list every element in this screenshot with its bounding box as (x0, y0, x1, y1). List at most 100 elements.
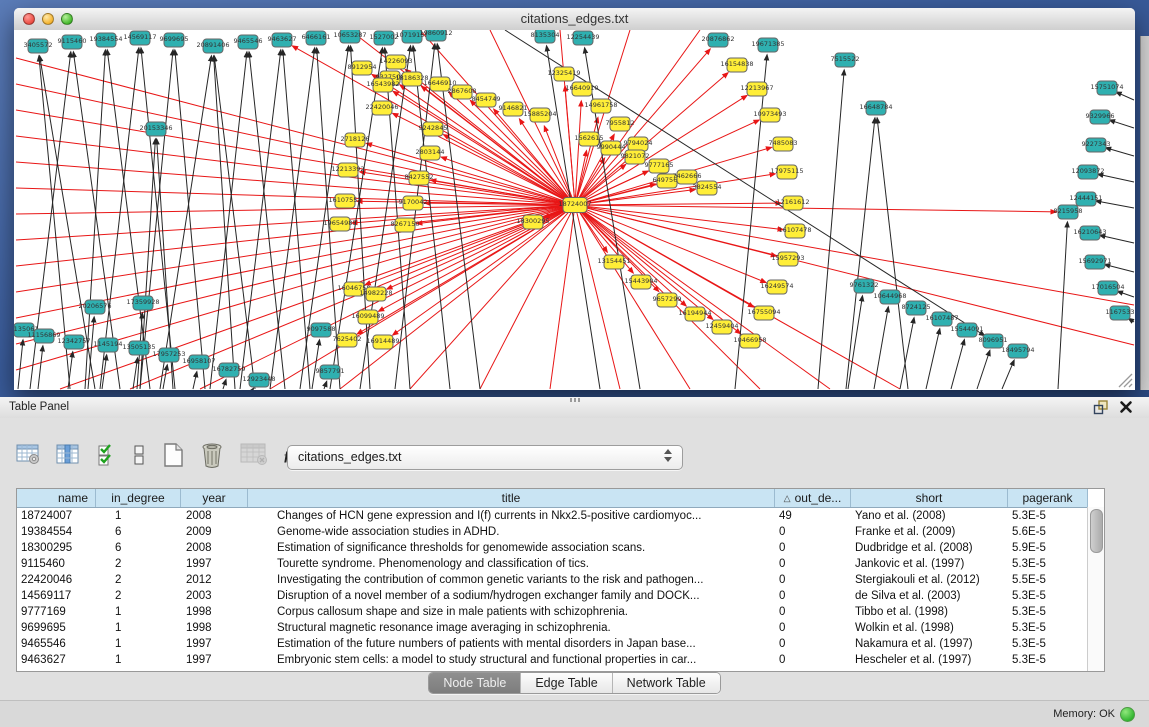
table-row[interactable]: 946362711997Embryonic stem cells: a mode… (17, 652, 1104, 668)
graph-node[interactable]: 20891406 (196, 39, 229, 53)
graph-node[interactable]: 7625402 (333, 333, 362, 347)
scrollbar-thumb[interactable] (1090, 509, 1103, 553)
create-column-button[interactable] (161, 442, 185, 470)
graph-node[interactable]: 16914489 (366, 335, 399, 349)
graph-node[interactable]: 20206576 (78, 300, 111, 314)
graph-node[interactable]: 8427552 (405, 171, 434, 185)
network-canvas[interactable]: 3405572 91154601938455414569117 9699695 208… (14, 30, 1135, 390)
graph-node[interactable]: 19384554 (89, 33, 122, 47)
graph-node[interactable]: 17016504 (1091, 281, 1124, 295)
graph-node[interactable]: 19860912 (419, 30, 452, 41)
graph-node[interactable]: 2803144 (416, 146, 445, 160)
memory-status-led[interactable] (1120, 707, 1135, 722)
graph-node[interactable]: 9794024 (624, 137, 653, 151)
column-header-out_degree[interactable]: △out_de... (775, 489, 851, 507)
graph-node[interactable]: 10466958 (733, 334, 766, 348)
graph-node[interactable]: 9857791 (316, 365, 345, 379)
graph-node[interactable]: 8724125 (902, 301, 931, 315)
graph-node[interactable]: 3405572 (24, 39, 53, 53)
column-header-name[interactable]: name (17, 489, 96, 507)
graph-node[interactable]: 15957293 (771, 252, 804, 266)
graph-node[interactable]: 9463627 (268, 33, 297, 47)
graph-node[interactable]: 20153346 (139, 122, 172, 136)
graph-node[interactable]: 9777165 (645, 159, 674, 173)
float-panel-icon[interactable] (1093, 400, 1109, 415)
graph-node[interactable]: 7955812 (606, 117, 635, 131)
graph-node[interactable]: 9227343 (1082, 138, 1111, 152)
graph-node[interactable]: 12459404 (705, 320, 738, 334)
graph-node[interactable]: 12444151 (1069, 192, 1102, 206)
graph-node[interactable]: 7485083 (769, 137, 798, 151)
graph-node[interactable]: 8215958 (1054, 205, 1083, 219)
graph-node[interactable]: 1145194 (94, 338, 123, 352)
table-row[interactable]: 1456911722003Disruption of a novel membe… (17, 588, 1104, 604)
graph-node[interactable]: 15692971 (1078, 255, 1111, 269)
vertical-scrollbar[interactable] (1087, 507, 1104, 671)
table-row[interactable]: 969969511998Structural magnetic resonanc… (17, 620, 1104, 636)
column-header-year[interactable]: year (181, 489, 248, 507)
tab-node-table[interactable]: Node Table (429, 673, 521, 693)
graph-node[interactable]: 16640910 (565, 82, 598, 96)
tab-network-table[interactable]: Network Table (613, 673, 720, 693)
panel-drag-handle[interactable] (570, 398, 582, 402)
graph-node[interactable]: 16107553 (328, 194, 361, 208)
column-header-title[interactable]: title (248, 489, 775, 507)
graph-node[interactable]: 18724007 (558, 198, 591, 213)
graph-node[interactable]: 12213392 (331, 163, 364, 177)
graph-node[interactable]: 16099489 (351, 310, 384, 324)
graph-node[interactable]: 14569117 (123, 31, 156, 45)
graph-node[interactable]: 1527002 (370, 31, 399, 45)
graph-node[interactable]: 16194944 (678, 307, 711, 321)
graph-node[interactable]: 9115460 (58, 35, 87, 49)
table-row[interactable]: 2242004622012Investigating the contribut… (17, 572, 1104, 588)
graph-node[interactable]: 10644968 (873, 290, 906, 304)
graph-node[interactable]: 3824554 (693, 181, 722, 195)
graph-node[interactable]: 12342757 (57, 335, 90, 349)
graph-node[interactable]: 17957253 (152, 348, 185, 362)
delete-table-button[interactable] (240, 442, 268, 470)
graph-node[interactable]: 16210643 (1073, 226, 1106, 240)
graph-node[interactable]: 8135304 (531, 30, 560, 43)
select-all-button[interactable] (97, 442, 118, 470)
graph-node[interactable]: 16958107 (182, 355, 215, 369)
table-row[interactable]: 977716911998Corpus callosum shape and si… (17, 604, 1104, 620)
graph-node[interactable]: 16107487 (925, 312, 958, 326)
table-row[interactable]: 1872400712008Changes of HCN gene express… (17, 508, 1104, 524)
graph-node[interactable]: 13154451 (597, 255, 630, 269)
graph-node[interactable]: 16782759 (212, 363, 245, 377)
delete-column-button[interactable] (200, 442, 224, 470)
graph-node[interactable]: 17359928 (126, 296, 159, 310)
graph-node[interactable]: 9097588 (307, 323, 336, 337)
graph-node[interactable]: 7462666 (673, 170, 702, 184)
graph-node[interactable]: 12254439 (566, 31, 599, 45)
graph-node[interactable]: 8267150 (391, 218, 420, 232)
graph-node[interactable]: 9465546 (234, 35, 263, 49)
network-window-titlebar[interactable]: citations_edges.txt (14, 8, 1135, 31)
graph-node[interactable]: 9329966 (1086, 110, 1115, 124)
graph-node[interactable]: 18495794 (1001, 344, 1034, 358)
resize-grip[interactable] (1113, 368, 1133, 388)
graph-node[interactable]: 10653287 (333, 30, 366, 43)
graph-node[interactable]: 8912954 (348, 61, 377, 75)
graph-node[interactable]: 12093872 (1071, 165, 1104, 179)
graph-node[interactable]: 12325419 (547, 67, 580, 81)
graph-node[interactable]: 20876862 (701, 33, 734, 47)
graph-node[interactable]: 2718126 (341, 133, 370, 147)
table-row[interactable]: 946554611997Estimation of the future num… (17, 636, 1104, 652)
graph-node[interactable]: 19671385 (751, 38, 784, 52)
graph-node[interactable]: 12213967 (740, 82, 773, 96)
graph-node[interactable]: 15885204 (523, 108, 556, 122)
column-header-in_degree[interactable]: in_degree (96, 489, 181, 507)
table-row[interactable]: 1938455462009Genome-wide association stu… (17, 524, 1104, 540)
graph-node[interactable]: 16755094 (747, 306, 780, 320)
tab-edge-table[interactable]: Edge Table (521, 673, 612, 693)
graph-node[interactable]: 16107478 (778, 224, 811, 238)
graph-node[interactable]: 9170042 (399, 196, 428, 210)
table-row[interactable]: 911546021997Tourette syndrome. Phenomeno… (17, 556, 1104, 572)
graph-node[interactable]: 15544091 (950, 323, 983, 337)
graph-node[interactable]: 9699695 (160, 33, 189, 47)
column-header-pagerank[interactable]: pagerank (1008, 489, 1088, 507)
close-panel-icon[interactable] (1119, 400, 1133, 414)
graph-node[interactable]: 6466161 (302, 31, 331, 45)
clear-selection-button[interactable] (133, 442, 145, 470)
